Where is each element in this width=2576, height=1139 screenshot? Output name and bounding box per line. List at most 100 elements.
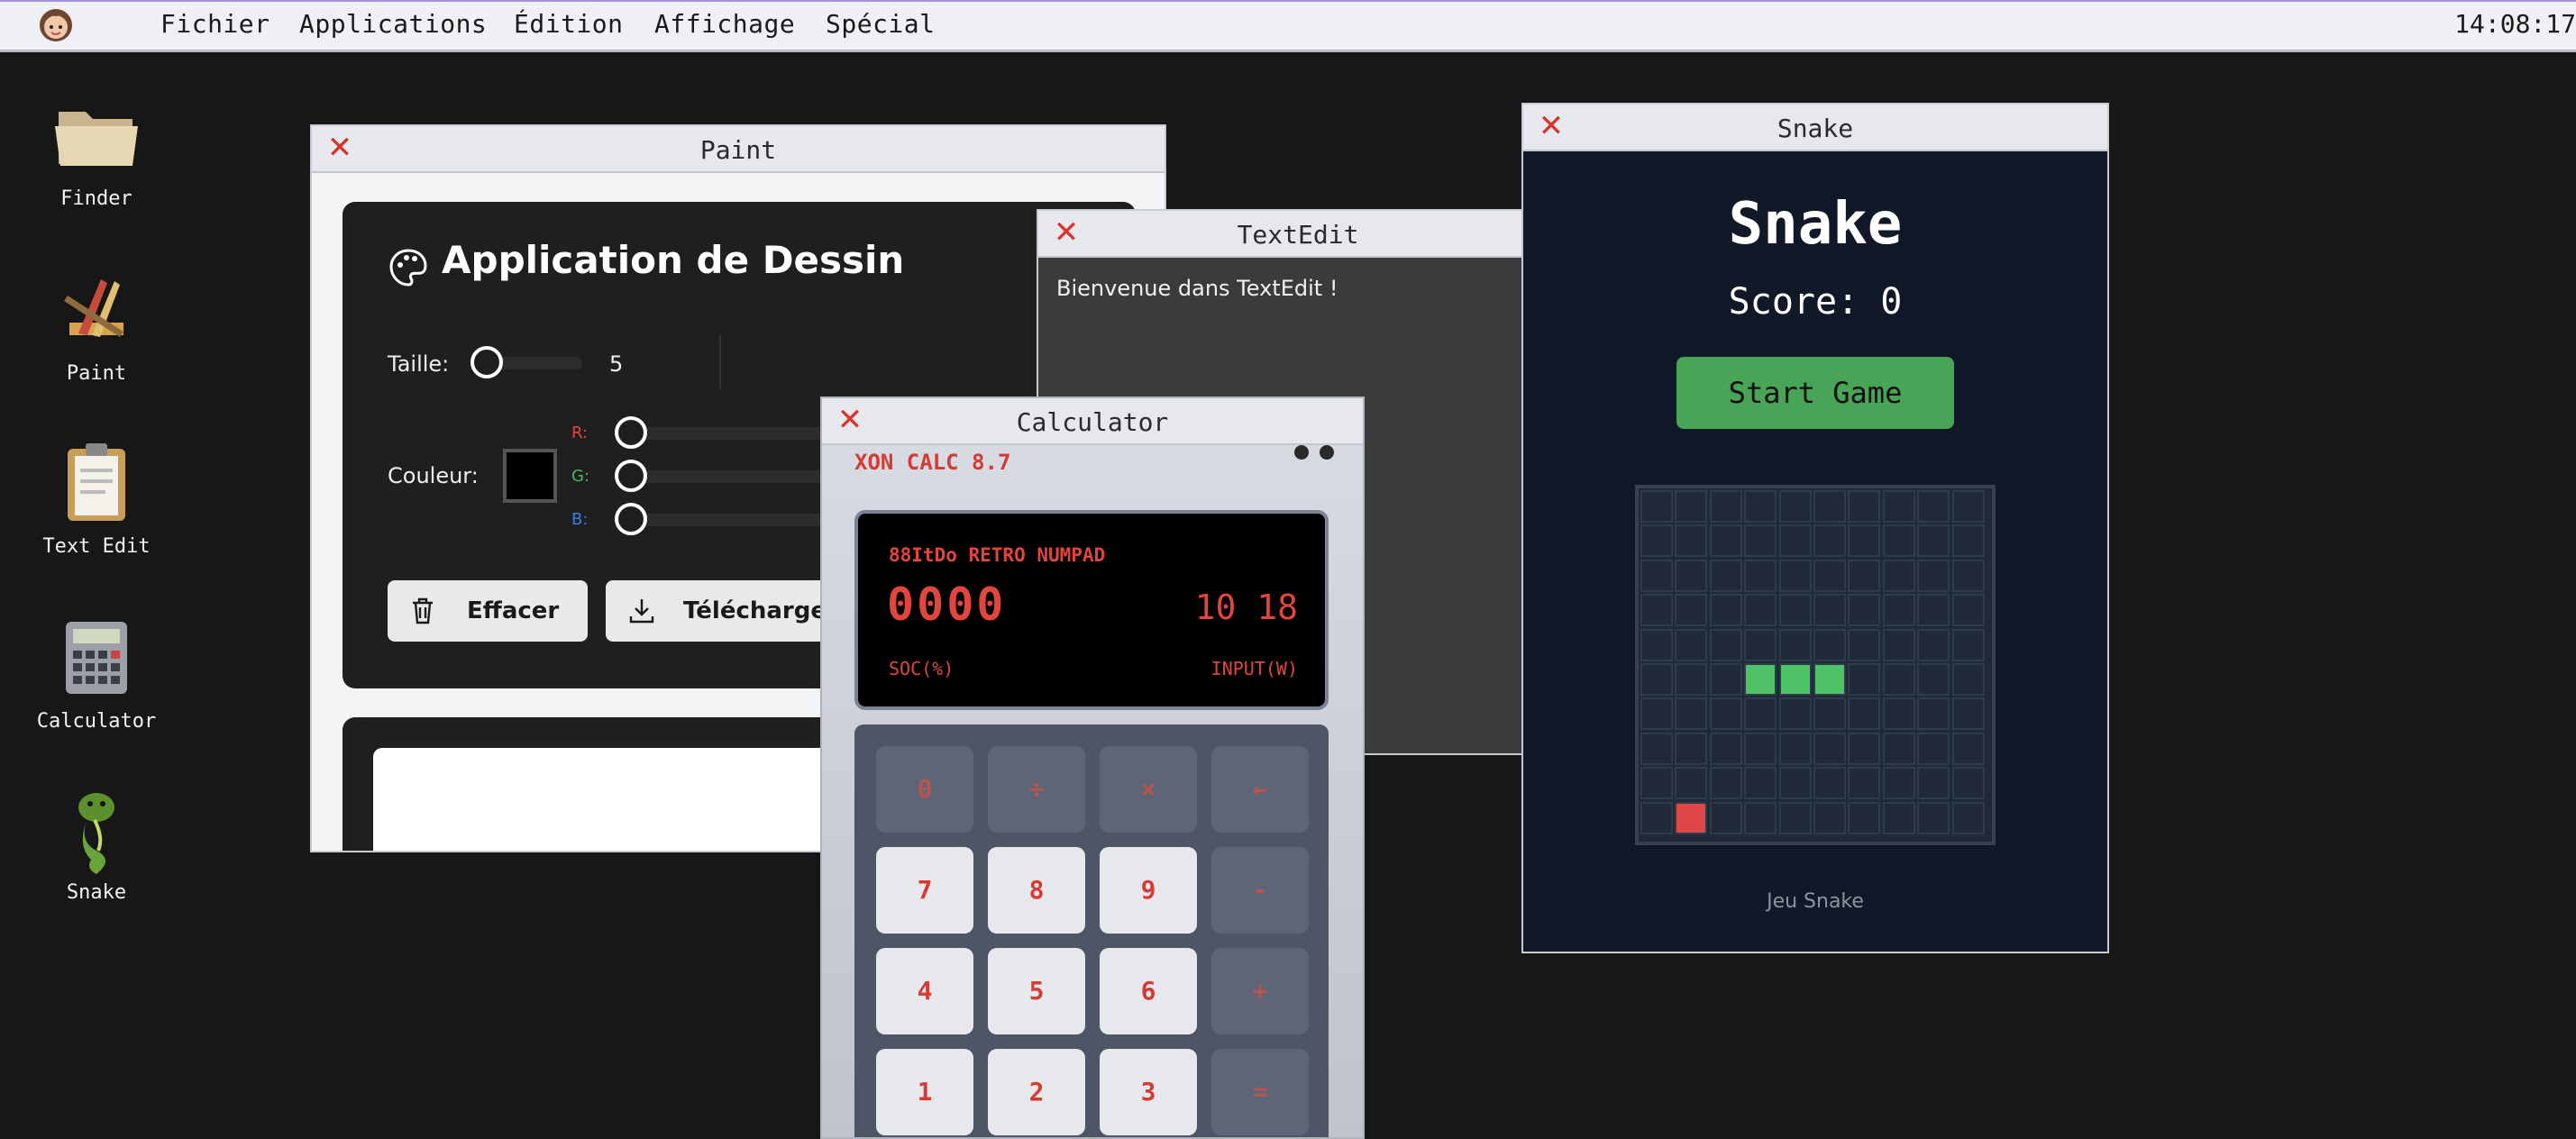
board-cell <box>1744 801 1777 834</box>
board-cell <box>1882 490 1915 523</box>
calc-key[interactable]: - <box>1211 847 1309 934</box>
calc-key[interactable]: 1 <box>876 1049 973 1135</box>
board-cell <box>1709 594 1742 627</box>
red-slider-knob[interactable] <box>615 416 647 449</box>
board-cell <box>1813 767 1846 800</box>
board-cell <box>1709 767 1742 800</box>
desktop-icon-label: Snake <box>66 881 127 904</box>
desktop-icon-paint[interactable]: Paint <box>29 269 164 385</box>
board-cell <box>1675 697 1708 731</box>
board-cell <box>1640 594 1673 627</box>
board-cell <box>1778 801 1812 834</box>
calc-key[interactable]: 3 <box>1100 1049 1197 1135</box>
board-cell <box>1951 801 1985 834</box>
board-cell <box>1640 732 1673 765</box>
board-cell <box>1675 663 1708 696</box>
board-cell <box>1778 490 1812 523</box>
display-footer-right: INPUT(W) <box>1210 658 1298 679</box>
desktop-icon-textedit[interactable]: Text Edit <box>29 442 164 558</box>
snake-icon <box>51 788 142 878</box>
board-cell <box>1951 697 1985 731</box>
board-cell <box>1640 524 1673 558</box>
board-cell <box>1778 559 1812 592</box>
board-cell <box>1709 490 1742 523</box>
calc-key[interactable]: ← <box>1211 746 1309 833</box>
board-cell <box>1744 559 1777 592</box>
board-cell <box>1640 663 1673 696</box>
calc-key[interactable]: 8 <box>988 847 1085 934</box>
user-avatar-icon[interactable] <box>34 4 78 45</box>
board-cell <box>1882 801 1915 834</box>
paint-icon <box>51 269 142 359</box>
board-cell <box>1951 594 1985 627</box>
start-game-button[interactable]: Start Game <box>1676 357 1954 429</box>
size-slider-knob[interactable] <box>470 346 503 378</box>
board-cell <box>1709 628 1742 661</box>
calc-key[interactable]: 6 <box>1100 948 1197 1034</box>
menu-affichage[interactable]: Affichage <box>654 9 795 39</box>
calc-key[interactable]: 4 <box>876 948 973 1034</box>
calc-key[interactable]: = <box>1211 1049 1309 1135</box>
desktop-icon-label: Calculator <box>36 710 157 733</box>
blue-slider-knob[interactable] <box>615 503 647 535</box>
calculator-indicator-dots <box>1283 445 1334 463</box>
menu-edition[interactable]: Édition <box>514 9 624 39</box>
board-cell <box>1951 490 1985 523</box>
board-cell <box>1882 732 1915 765</box>
board-cell <box>1848 663 1881 696</box>
board-cell <box>1675 524 1708 558</box>
green-slider-knob[interactable] <box>615 460 647 492</box>
desktop-icon-calculator[interactable]: Calculator <box>29 616 164 733</box>
calc-key[interactable]: + <box>1211 948 1309 1034</box>
board-cell <box>1744 697 1777 731</box>
board-cell <box>1917 697 1950 731</box>
calc-key[interactable]: × <box>1100 746 1197 833</box>
board-cell <box>1917 767 1950 800</box>
board-cell <box>1744 732 1777 765</box>
board-cell <box>1709 801 1742 834</box>
board-cell <box>1640 490 1673 523</box>
menu-fichier[interactable]: Fichier <box>160 9 270 39</box>
calc-key[interactable]: 2 <box>988 1049 1085 1135</box>
snake-titlebar[interactable]: ✕ Snake <box>1523 105 2107 151</box>
calc-key[interactable]: ÷ <box>988 746 1085 833</box>
calculator-display: 88ItDo RETRO NUMPAD 0000 10 18 SOC(%) IN… <box>854 510 1329 710</box>
board-cell <box>1882 697 1915 731</box>
menu-special[interactable]: Spécial <box>826 9 936 39</box>
board-cell <box>1882 663 1915 696</box>
menu-applications[interactable]: Applications <box>299 9 487 39</box>
folder-icon <box>51 94 142 184</box>
board-cell <box>1951 524 1985 558</box>
board-cell <box>1917 732 1950 765</box>
board-cell <box>1951 559 1985 592</box>
board-cell <box>1848 628 1881 661</box>
clear-button[interactable]: Effacer <box>388 580 588 642</box>
snake-food <box>1675 801 1708 834</box>
desktop-icon-label: Paint <box>66 362 127 385</box>
board-cell <box>1744 490 1777 523</box>
textedit-content[interactable]: Bienvenue dans TextEdit ! <box>1056 276 1338 301</box>
board-cell <box>1675 767 1708 800</box>
board-cell <box>1675 559 1708 592</box>
calc-key[interactable]: 9 <box>1100 847 1197 934</box>
calc-key[interactable]: 0 <box>876 746 973 833</box>
calc-key[interactable]: 5 <box>988 948 1085 1034</box>
paint-titlebar[interactable]: ✕ Paint <box>312 126 1165 173</box>
snake-window: ✕ Snake Snake Score: 0 Start Game Jeu Sn… <box>1521 103 2109 953</box>
desktop-icon-snake[interactable]: Snake <box>29 788 164 904</box>
board-cell <box>1709 663 1742 696</box>
board-cell <box>1640 628 1673 661</box>
desktop-icon-finder[interactable]: Finder <box>29 94 164 210</box>
board-cell <box>1882 524 1915 558</box>
board-cell <box>1709 559 1742 592</box>
calc-key[interactable]: 7 <box>876 847 973 934</box>
snake-board[interactable] <box>1635 485 1996 845</box>
board-cell <box>1675 594 1708 627</box>
calculator-titlebar[interactable]: ✕ Calculator <box>822 398 1363 445</box>
calculator-keypad: 0 ÷ × ← 7 8 9- 4 5 6 +1 2 3 = <box>854 724 1329 1137</box>
board-cell <box>1744 767 1777 800</box>
board-cell <box>1675 628 1708 661</box>
board-cell <box>1640 767 1673 800</box>
window-title: Snake <box>1777 114 1854 143</box>
board-cell <box>1813 490 1846 523</box>
